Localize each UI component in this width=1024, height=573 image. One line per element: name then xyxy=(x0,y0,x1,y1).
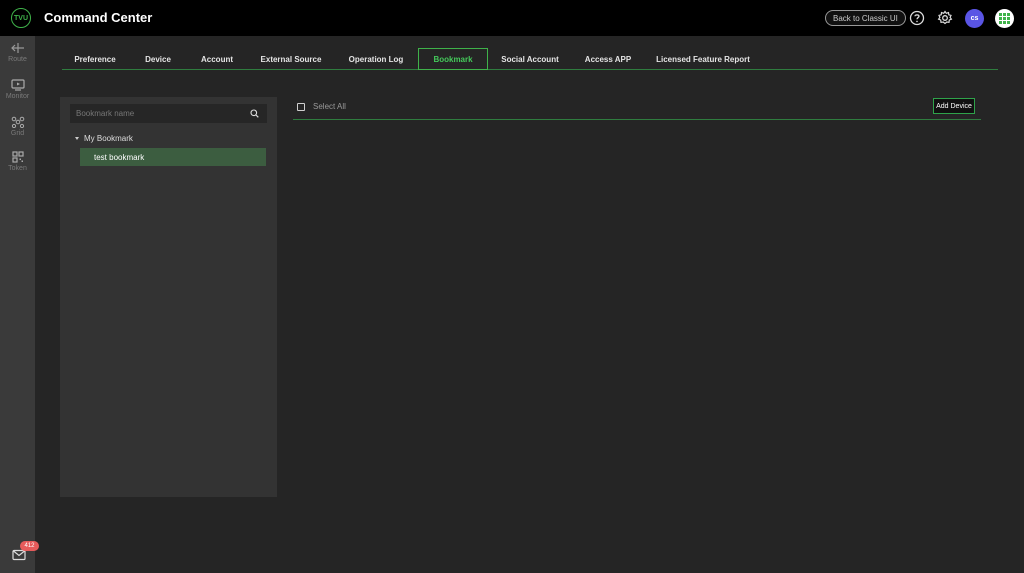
select-all-checkbox[interactable] xyxy=(297,102,305,111)
sidebar-item-grid[interactable]: Grid xyxy=(0,116,35,150)
route-icon xyxy=(10,43,24,53)
tree-root-label: My Bookmark xyxy=(84,134,133,143)
select-all-label: Select All xyxy=(313,102,346,111)
left-sidebar: Route Monitor Grid Token xyxy=(0,36,35,573)
tab-preference[interactable]: Preference xyxy=(62,48,128,70)
top-bar: TVU Command Center Back to Classic UI cs xyxy=(0,0,1024,36)
bookmark-search-input[interactable] xyxy=(70,105,244,122)
sidebar-item-label: Monitor xyxy=(5,93,30,100)
logo-text: TVU xyxy=(14,14,28,22)
caret-down-icon[interactable] xyxy=(75,137,79,140)
select-all[interactable]: Select All xyxy=(297,102,346,111)
bookmark-search xyxy=(70,104,267,123)
tab-device[interactable]: Device xyxy=(128,48,188,70)
monitor-icon xyxy=(10,79,25,91)
tvu-logo[interactable]: TVU xyxy=(11,8,31,28)
sidebar-item-label: Token xyxy=(8,165,27,172)
sidebar-item-label: Route xyxy=(8,56,27,63)
bookmark-tree-item[interactable]: test bookmark xyxy=(80,148,266,166)
apps-grid-icon[interactable] xyxy=(995,9,1014,28)
back-to-classic-button[interactable]: Back to Classic UI xyxy=(825,10,906,26)
user-avatar[interactable]: cs xyxy=(965,9,984,28)
notification-badge: 412 xyxy=(20,541,39,551)
tab-operation-log[interactable]: Operation Log xyxy=(341,48,411,70)
tab-bookmark[interactable]: Bookmark xyxy=(418,48,488,70)
tab-account[interactable]: Account xyxy=(188,48,246,70)
bookmark-tree-root[interactable]: My Bookmark xyxy=(75,134,133,143)
tab-licensed-feature-report[interactable]: Licensed Feature Report xyxy=(652,48,754,70)
grid-network-icon xyxy=(11,116,24,128)
sidebar-item-label: Grid xyxy=(10,130,25,137)
tab-social-account[interactable]: Social Account xyxy=(495,48,565,70)
settings-tabs: Preference Device Account External Sourc… xyxy=(62,48,998,70)
search-icon[interactable] xyxy=(244,105,264,122)
sidebar-item-route[interactable]: Route xyxy=(0,42,35,76)
settings-icon[interactable] xyxy=(936,9,954,27)
tab-external-source[interactable]: External Source xyxy=(251,48,331,70)
qr-code-icon xyxy=(11,151,24,163)
app-title: Command Center xyxy=(44,10,153,25)
bookmark-panel: My Bookmark test bookmark xyxy=(60,97,277,497)
sidebar-item-token[interactable]: Token xyxy=(0,151,35,185)
device-list-header: Select All Add Device xyxy=(293,96,981,120)
sidebar-item-monitor[interactable]: Monitor xyxy=(0,79,35,113)
tab-access-app[interactable]: Access APP xyxy=(575,48,641,70)
add-device-button[interactable]: Add Device xyxy=(933,98,975,114)
help-icon[interactable] xyxy=(908,9,926,27)
